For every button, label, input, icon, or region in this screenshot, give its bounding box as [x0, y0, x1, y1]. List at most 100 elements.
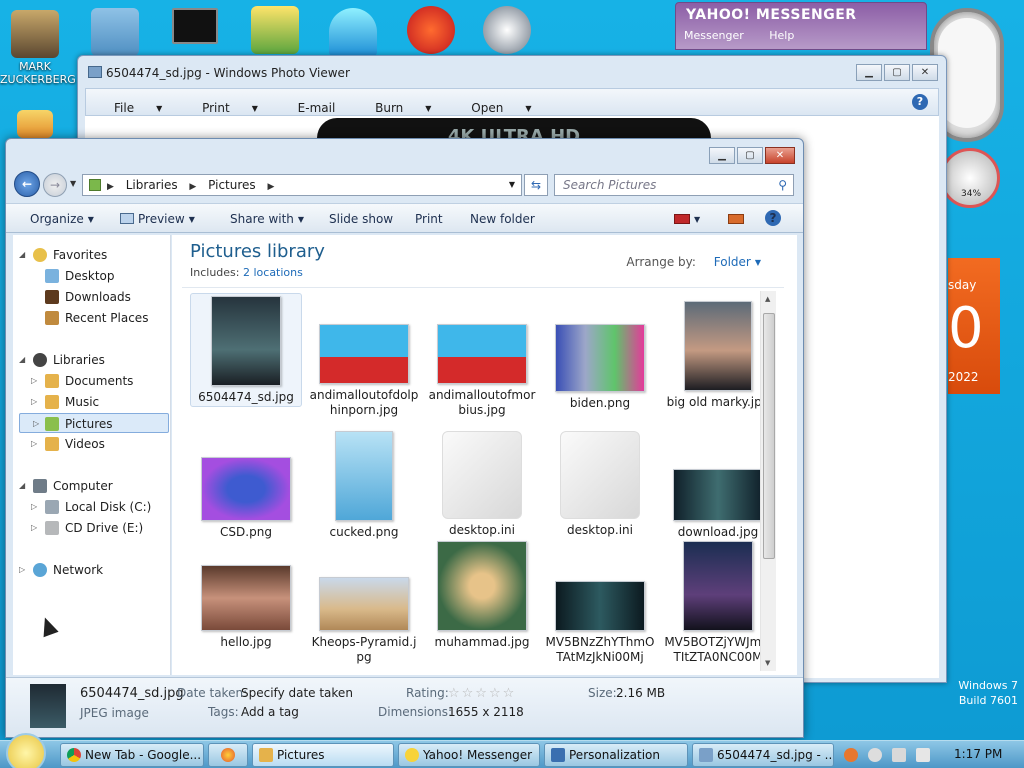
arrange-by-dropdown[interactable]: Folder ▼	[714, 255, 761, 269]
nav-favorites[interactable]: ◢ Favorites	[19, 245, 107, 265]
print-button[interactable]: Print	[415, 212, 443, 226]
taskbar-button-personalization[interactable]: Personalization	[544, 743, 688, 767]
expand-triangle-icon[interactable]: ▷	[31, 518, 37, 538]
nav-desktop[interactable]: Desktop	[45, 266, 115, 286]
maximize-button[interactable]: ▢	[884, 64, 910, 81]
expand-triangle-icon[interactable]: ▷	[31, 497, 37, 517]
taskbar-button-yahoo[interactable]: Yahoo! Messenger	[398, 743, 540, 767]
volume-icon[interactable]	[916, 748, 930, 762]
network-tray-icon[interactable]	[892, 748, 906, 762]
expand-triangle-icon[interactable]: ▷	[33, 414, 39, 434]
back-button[interactable]: ←	[14, 171, 40, 197]
help-icon[interactable]: ?	[912, 94, 928, 110]
expand-triangle-icon[interactable]: ▷	[19, 560, 25, 580]
desktop-icon-2[interactable]	[80, 8, 150, 58]
file-item[interactable]: biden.png	[544, 324, 656, 411]
file-item[interactable]: Kheops-Pyramid.jpg	[308, 577, 420, 665]
nav-computer[interactable]: ◢ Computer	[19, 476, 113, 496]
scroll-down-icon[interactable]: ▼	[765, 659, 770, 667]
minimize-button[interactable]: ▁	[709, 147, 735, 164]
file-item[interactable]: hello.jpg	[190, 565, 302, 650]
taskbar-button-photo-viewer[interactable]: 6504474_sd.jpg - ...	[692, 743, 834, 767]
nav-videos[interactable]: ▷ Videos	[31, 434, 105, 454]
preview-button[interactable]: Preview ▼	[120, 212, 195, 226]
taskbar-button-pictures[interactable]: Pictures	[252, 743, 394, 767]
file-item[interactable]: CSD.png	[190, 457, 302, 540]
menu-open[interactable]: Open ▼	[451, 89, 547, 115]
file-item[interactable]: MV5BNzZhYThmOTAtMzJkNi00Mj	[544, 581, 656, 665]
change-view-button[interactable]: ▼	[674, 212, 700, 226]
file-item[interactable]: 6504474_sd.jpg	[190, 293, 302, 407]
nav-cd-drive[interactable]: ▷ CD Drive (E:)	[31, 518, 143, 538]
menu-file[interactable]: File ▼	[86, 89, 178, 115]
file-item[interactable]: cucked.png	[308, 431, 420, 540]
explorer-window[interactable]: ▁ ▢ ✕ ← → ▼ ▶ Libraries ▶ Pictures ▶ ▼ ⇆…	[5, 138, 804, 738]
language-icon[interactable]	[868, 748, 882, 762]
collapse-triangle-icon[interactable]: ◢	[19, 245, 25, 265]
nav-documents[interactable]: ▷ Documents	[31, 371, 133, 391]
close-button[interactable]: ✕	[765, 147, 795, 164]
vertical-scrollbar[interactable]: ▲ ▼	[760, 291, 776, 671]
photo-viewer-titlebar[interactable]: 6504474_sd.jpg - Windows Photo Viewer ▁ …	[78, 56, 946, 88]
file-item[interactable]: big old marky.jpg	[662, 301, 774, 410]
nav-pictures[interactable]: ▷ Pictures	[19, 413, 169, 433]
expand-triangle-icon[interactable]: ▷	[31, 392, 37, 412]
file-item[interactable]: andimalloutofmorbius.jpg	[426, 324, 538, 418]
tray-clock[interactable]: 1:17 PM	[954, 747, 1002, 761]
tags-value[interactable]: Add a tag	[241, 705, 299, 719]
date-taken-value[interactable]: Specify date taken	[241, 686, 353, 700]
file-item[interactable]: download.jpg	[662, 469, 774, 540]
yahoo-messenger-window[interactable]: YAHOO! MESSENGER Messenger Help	[675, 2, 927, 50]
start-button[interactable]	[6, 733, 46, 768]
file-item[interactable]: andimalloutofdolphinporn.jpg	[308, 324, 420, 418]
yahoo-menu-help[interactable]: Help	[769, 29, 794, 42]
forward-button[interactable]: →	[43, 173, 67, 197]
scrollbar-thumb[interactable]	[763, 313, 775, 559]
desktop-icon-mark-zuckerberg[interactable]: MARK ZUCKERBERG	[0, 10, 76, 86]
yahoo-menu-messenger[interactable]: Messenger	[684, 29, 744, 42]
breadcrumb-separator-icon[interactable]: ▶	[268, 182, 275, 192]
menu-email[interactable]: E-mail	[278, 89, 352, 115]
collapse-triangle-icon[interactable]: ◢	[19, 350, 25, 370]
expand-triangle-icon[interactable]: ▷	[31, 371, 37, 391]
rating-stars[interactable]: ☆☆☆☆☆	[448, 686, 516, 701]
search-icon[interactable]: ⚲	[778, 175, 787, 195]
nav-downloads[interactable]: Downloads	[45, 287, 131, 307]
magnifier-icon[interactable]	[844, 748, 858, 762]
address-history-chevron-icon[interactable]: ▼	[509, 175, 515, 195]
share-with-button[interactable]: Share with ▼	[230, 212, 304, 226]
nav-network[interactable]: ▷ Network	[19, 560, 103, 580]
file-item[interactable]: muhammad.jpg	[426, 541, 538, 650]
includes-locations-link[interactable]: 2 locations	[243, 266, 303, 279]
breadcrumb-libraries[interactable]: Libraries	[126, 178, 178, 192]
collapse-triangle-icon[interactable]: ◢	[19, 476, 25, 496]
desktop-icon-4[interactable]	[240, 6, 310, 56]
nav-local-disk[interactable]: ▷ Local Disk (C:)	[31, 497, 151, 517]
organize-button[interactable]: Organize ▼	[30, 212, 94, 226]
desktop-icon-7[interactable]	[472, 6, 542, 56]
desktop-icon-8[interactable]	[0, 110, 70, 140]
menu-print[interactable]: Print ▼	[182, 89, 274, 115]
expand-triangle-icon[interactable]: ▷	[31, 434, 37, 454]
file-item[interactable]: MV5BOTZjYWJmMTItZTA0NC00M	[662, 541, 774, 665]
breadcrumb-separator-icon[interactable]: ▶	[189, 182, 196, 192]
preview-pane-button[interactable]	[728, 212, 744, 226]
search-input[interactable]: Search Pictures ⚲	[554, 174, 794, 196]
address-bar[interactable]: ▶ Libraries ▶ Pictures ▶ ▼	[82, 174, 522, 196]
help-icon[interactable]: ?	[765, 210, 781, 226]
slide-show-button[interactable]: Slide show	[329, 212, 393, 226]
taskbar-button-chrome[interactable]: New Tab - Google...	[60, 743, 204, 767]
cpu-meter-gadget[interactable]: 34%	[940, 148, 1000, 208]
close-button[interactable]: ✕	[912, 64, 938, 81]
breadcrumb-separator-icon[interactable]: ▶	[107, 182, 114, 192]
desktop-icon-6[interactable]	[396, 6, 466, 56]
taskbar-button-firefox[interactable]	[208, 743, 248, 767]
nav-libraries[interactable]: ◢ Libraries	[19, 350, 105, 370]
menu-burn[interactable]: Burn ▼	[355, 89, 447, 115]
breadcrumb-pictures[interactable]: Pictures	[208, 178, 256, 192]
desktop-icon-5[interactable]	[318, 8, 388, 58]
calendar-gadget[interactable]: sday 0 2022	[948, 258, 1000, 394]
desktop-icon-cmd[interactable]	[160, 8, 230, 46]
nav-recent-places[interactable]: Recent Places	[45, 308, 148, 328]
nav-music[interactable]: ▷ Music	[31, 392, 99, 412]
